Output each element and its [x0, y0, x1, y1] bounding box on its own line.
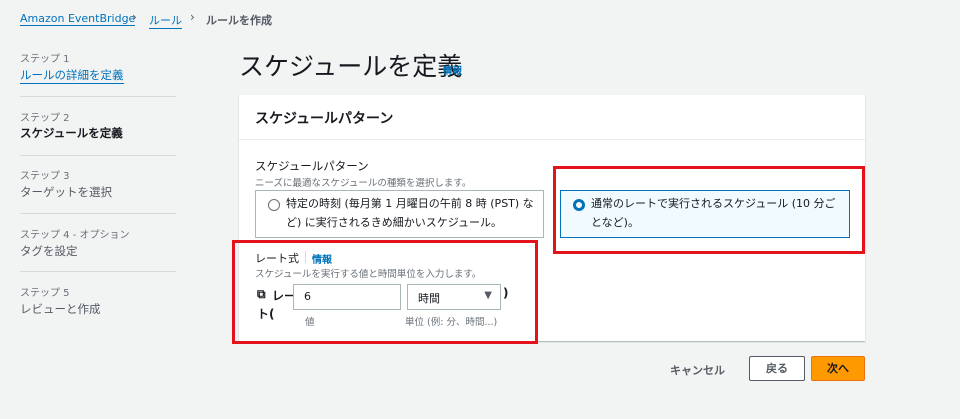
breadcrumb-rules[interactable]: ルール	[149, 12, 182, 29]
info-link[interactable]: 情報	[443, 63, 462, 77]
card-header: スケジュールパターン	[239, 95, 865, 140]
pattern-label: スケジュールパターン	[255, 159, 369, 173]
step-4-label: ステップ 4 - オプション	[20, 230, 130, 241]
page-title: スケジュールを定義	[239, 52, 463, 81]
back-button[interactable]: 戻る	[749, 356, 805, 381]
option-specific-time[interactable]: 特定の時刻 (毎月第 1 月曜日の午前 8 時 (PST) など) に実行される…	[255, 190, 544, 238]
sidebar-step-5: レビューと作成	[20, 302, 101, 316]
highlight-box	[232, 240, 538, 344]
chevron-right-icon: ›	[190, 10, 195, 24]
step-3-label: ステップ 3	[20, 171, 70, 182]
card-title: スケジュールパターン	[255, 111, 394, 127]
radio-icon[interactable]	[268, 199, 280, 211]
option-label: 特定の時刻 (毎月第 1 月曜日の午前 8 時 (PST) など) に実行される…	[286, 197, 534, 229]
step-5-label: ステップ 5	[20, 288, 70, 299]
sidebar-step-3: ターゲットを選択	[20, 185, 112, 199]
step-1-label: ステップ 1	[20, 54, 70, 65]
divider	[20, 271, 176, 272]
divider	[20, 96, 176, 97]
breadcrumb-current: ルールを作成	[206, 14, 272, 27]
highlight-box	[553, 166, 865, 254]
sidebar-step-1[interactable]: ルールの詳細を定義	[20, 67, 124, 84]
sidebar-step-2: スケジュールを定義	[20, 126, 123, 140]
next-button[interactable]: 次へ	[811, 356, 865, 381]
cancel-button[interactable]: キャンセル	[670, 362, 725, 378]
pattern-description: ニーズに最適なスケジュールの種類を選択します。	[255, 178, 472, 189]
chevron-right-icon: ›	[132, 10, 137, 24]
sidebar-step-4: タグを設定	[20, 244, 78, 258]
breadcrumb-eventbridge[interactable]: Amazon EventBridge	[20, 12, 136, 26]
divider	[20, 213, 176, 214]
step-2-label: ステップ 2	[20, 113, 70, 124]
divider	[20, 155, 176, 156]
